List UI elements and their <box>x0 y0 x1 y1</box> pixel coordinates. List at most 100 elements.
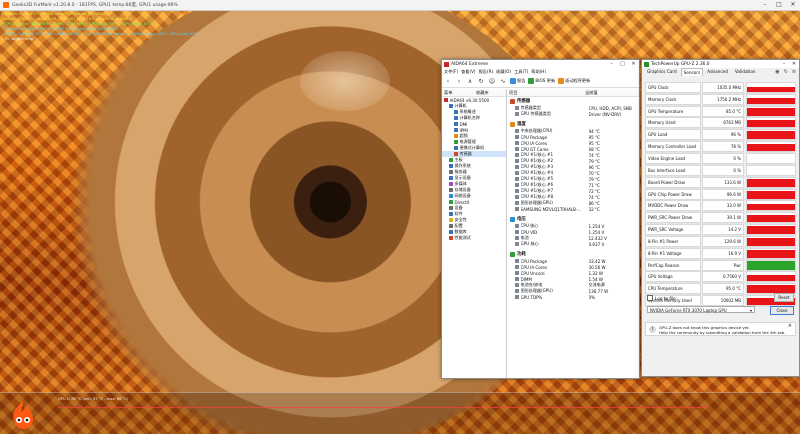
maximize-icon[interactable]: □ <box>772 0 786 10</box>
sensor-value: 95 °C <box>588 134 600 140</box>
log-to-file-checkbox[interactable]: Log to file <box>647 295 676 301</box>
gpuz-sensor-name[interactable]: MVDDC Power Draw <box>645 200 701 212</box>
furmark-overlay-stats: FurMark v1.20.8.0 - Burn-in test, 1920x1… <box>2 11 202 41</box>
tree-tab-favorites[interactable]: 收藏夹 <box>474 90 506 96</box>
user-icon[interactable]: ☺ <box>488 77 496 85</box>
gpuz-sensor-row: Video Engine Load 0 % <box>645 152 796 165</box>
reset-button[interactable]: Reset <box>774 293 794 302</box>
sensor-value: CPU, HDD, ACPI, SNB <box>588 105 632 111</box>
gpuz-sensor-graph-fill <box>747 86 795 92</box>
gpuz-sensor-name[interactable]: Memory Controller Load <box>645 141 701 153</box>
section-title: 电压 <box>517 217 526 222</box>
sensor-row[interactable]: 中央处理器(CPU) 94 °C <box>507 128 639 134</box>
minimize-icon[interactable]: – <box>758 0 772 10</box>
gpuz-sensor-name[interactable]: GPU Load <box>645 129 701 141</box>
sensor-value: 1.54 W <box>588 276 603 282</box>
gpuz-window: TechPowerUp GPU-Z 2.36.0 – ✕ Graphics Ca… <box>641 59 800 377</box>
menu-tools[interactable]: 工具(T) <box>514 69 528 75</box>
sensor-row[interactable]: SAMSUNG MZVLQ1T0HALB-... 32 °C <box>507 206 639 212</box>
gpu-select-dropdown[interactable]: NVIDIA GeForce RTX 3070 Laptop GPU ▾ <box>647 306 755 313</box>
gpuz-sensor-name[interactable]: Bus Interface Load <box>645 164 701 176</box>
gpuz-sensor-name[interactable]: CPU Temperature <box>645 283 701 295</box>
sensor-row[interactable]: 图形处理器(GPU) 86 °C <box>507 200 639 206</box>
sensor-row[interactable]: 图形处理器(GPU) 136.77 W <box>507 288 639 294</box>
maximize-icon[interactable]: □ <box>617 60 628 68</box>
sensor-icon <box>515 201 519 205</box>
gpuz-sensor-row: 8-Pin #1 Voltage 16.9 V <box>645 247 796 260</box>
sensor-row[interactable]: CPU Package 95 °C <box>507 134 639 140</box>
tree-tab-menu[interactable]: 菜单 <box>442 90 474 96</box>
sensor-name: SAMSUNG MZVLQ1T0HALB-... <box>520 206 582 212</box>
section-icon <box>510 251 515 257</box>
gpuz-sensor-name[interactable]: Board Power Draw <box>645 176 701 188</box>
tree-item[interactable]: 性能测试 <box>442 235 506 241</box>
sensor-row[interactable]: GPU 传感器类型 Driver (NV-DRV) <box>507 111 639 117</box>
camera-icon[interactable]: ◉ <box>775 69 779 75</box>
gpuz-sensor-name[interactable]: GPU Clock <box>645 81 701 93</box>
tab-graphics-card[interactable]: Graphics Card <box>644 67 680 76</box>
gpuz-sensor-graph <box>746 212 796 224</box>
sensor-row[interactable]: GPU 核心 0.637 V <box>507 241 639 247</box>
up-arrow-icon[interactable]: ∧ <box>466 77 474 85</box>
sensor-section-header: 传感器 <box>507 97 639 105</box>
close-notice-icon[interactable]: × <box>788 324 792 329</box>
gpuz-sensor-row: GPU Chip Power Draw 96.6 W <box>645 188 796 201</box>
tree-node-icon <box>449 224 453 228</box>
sensor-name: 图形处理器(GPU) <box>520 200 553 205</box>
gpuz-sensor-name[interactable]: Video Engine Load <box>645 152 701 164</box>
bios-update-button[interactable]: BIOS 更新 <box>528 78 555 84</box>
refresh-icon[interactable]: ↻ <box>784 69 788 75</box>
checkbox-box[interactable] <box>647 295 653 301</box>
close-button[interactable]: Close <box>770 306 794 315</box>
gpuz-sensor-name[interactable]: GPU Voltage <box>645 271 701 283</box>
sensor-row[interactable]: CPU Uncore 1.32 W <box>507 270 639 276</box>
gpuz-sensor-name[interactable]: Memory Clock <box>645 93 701 105</box>
menu-favorites[interactable]: 收藏(O) <box>496 69 511 75</box>
forward-arrow-icon[interactable]: › <box>455 77 463 85</box>
close-icon[interactable]: ✕ <box>786 0 800 10</box>
sensor-row[interactable]: CPU Package 33.42 W <box>507 258 639 264</box>
sensor-row[interactable]: CPU 核心 1.254 V <box>507 223 639 229</box>
tab-sensors[interactable]: Sensors <box>680 68 704 76</box>
gpuz-sensor-name[interactable]: PWR_SRC Voltage <box>645 224 701 236</box>
driver-update-button[interactable]: 驱动程序更新 <box>558 78 590 84</box>
sensor-row[interactable]: CPU IA Cores 95 °C <box>507 140 639 146</box>
sensor-icon <box>515 141 519 145</box>
gpuz-sensor-value: 96.6 W <box>702 188 744 200</box>
gpuz-sensor-value: 129.6 W <box>702 235 744 247</box>
chart-icon[interactable]: ∿ <box>499 77 507 85</box>
gpuz-sensor-name[interactable]: 8-Pin #1 Voltage <box>645 247 701 259</box>
gpuz-sensor-name[interactable]: GPU Chip Power Draw <box>645 188 701 200</box>
sensor-row[interactable]: GPU TDP% 0% <box>507 294 639 300</box>
gpuz-sensor-graph-fill <box>747 249 795 258</box>
menu-file[interactable]: 文件(F) <box>444 69 458 75</box>
menu-icon[interactable]: ≡ <box>792 69 796 75</box>
menu-view[interactable]: 查看(V) <box>461 69 476 75</box>
column-current-value[interactable]: 当前值 <box>585 90 598 96</box>
back-arrow-icon[interactable]: ‹ <box>444 77 452 85</box>
section-icon <box>510 216 515 222</box>
minimize-icon[interactable]: – <box>606 60 617 68</box>
gpuz-sensor-graph <box>746 224 796 236</box>
sensor-icon <box>515 236 519 240</box>
gpuz-sensor-row: Bus Interface Load 0 % <box>645 164 796 177</box>
gpuz-sensor-name[interactable]: PerfCap Reason <box>645 259 701 271</box>
gpuz-sensor-name[interactable]: GPU Temperature <box>645 105 701 117</box>
menu-report[interactable]: 报告(R) <box>479 69 494 75</box>
report-button[interactable]: 报告 <box>510 78 525 84</box>
close-icon[interactable]: ✕ <box>789 60 799 68</box>
close-icon[interactable]: ✕ <box>628 60 639 68</box>
tab-advanced[interactable]: Advanced <box>704 67 731 76</box>
gpuz-sensor-name[interactable]: Memory Used <box>645 117 701 129</box>
sensor-value: 交流电源 <box>588 282 605 287</box>
aida64-title: AIDA64 Extreme <box>451 61 488 67</box>
gpuz-sensor-name[interactable]: PWR_SRC Power Draw <box>645 212 701 224</box>
tab-validation[interactable]: Validation <box>732 67 759 76</box>
gpuz-sensor-name[interactable]: 8-Pin #1 Power <box>645 235 701 247</box>
refresh-icon[interactable]: ↻ <box>477 77 485 85</box>
minimize-icon[interactable]: – <box>779 60 789 68</box>
chevron-down-icon: ▾ <box>749 308 752 313</box>
menu-help[interactable]: 帮助(H) <box>531 69 546 75</box>
column-item[interactable]: 项目 <box>507 90 585 96</box>
sensor-row[interactable]: CPU IA Cores 30.56 W <box>507 264 639 270</box>
